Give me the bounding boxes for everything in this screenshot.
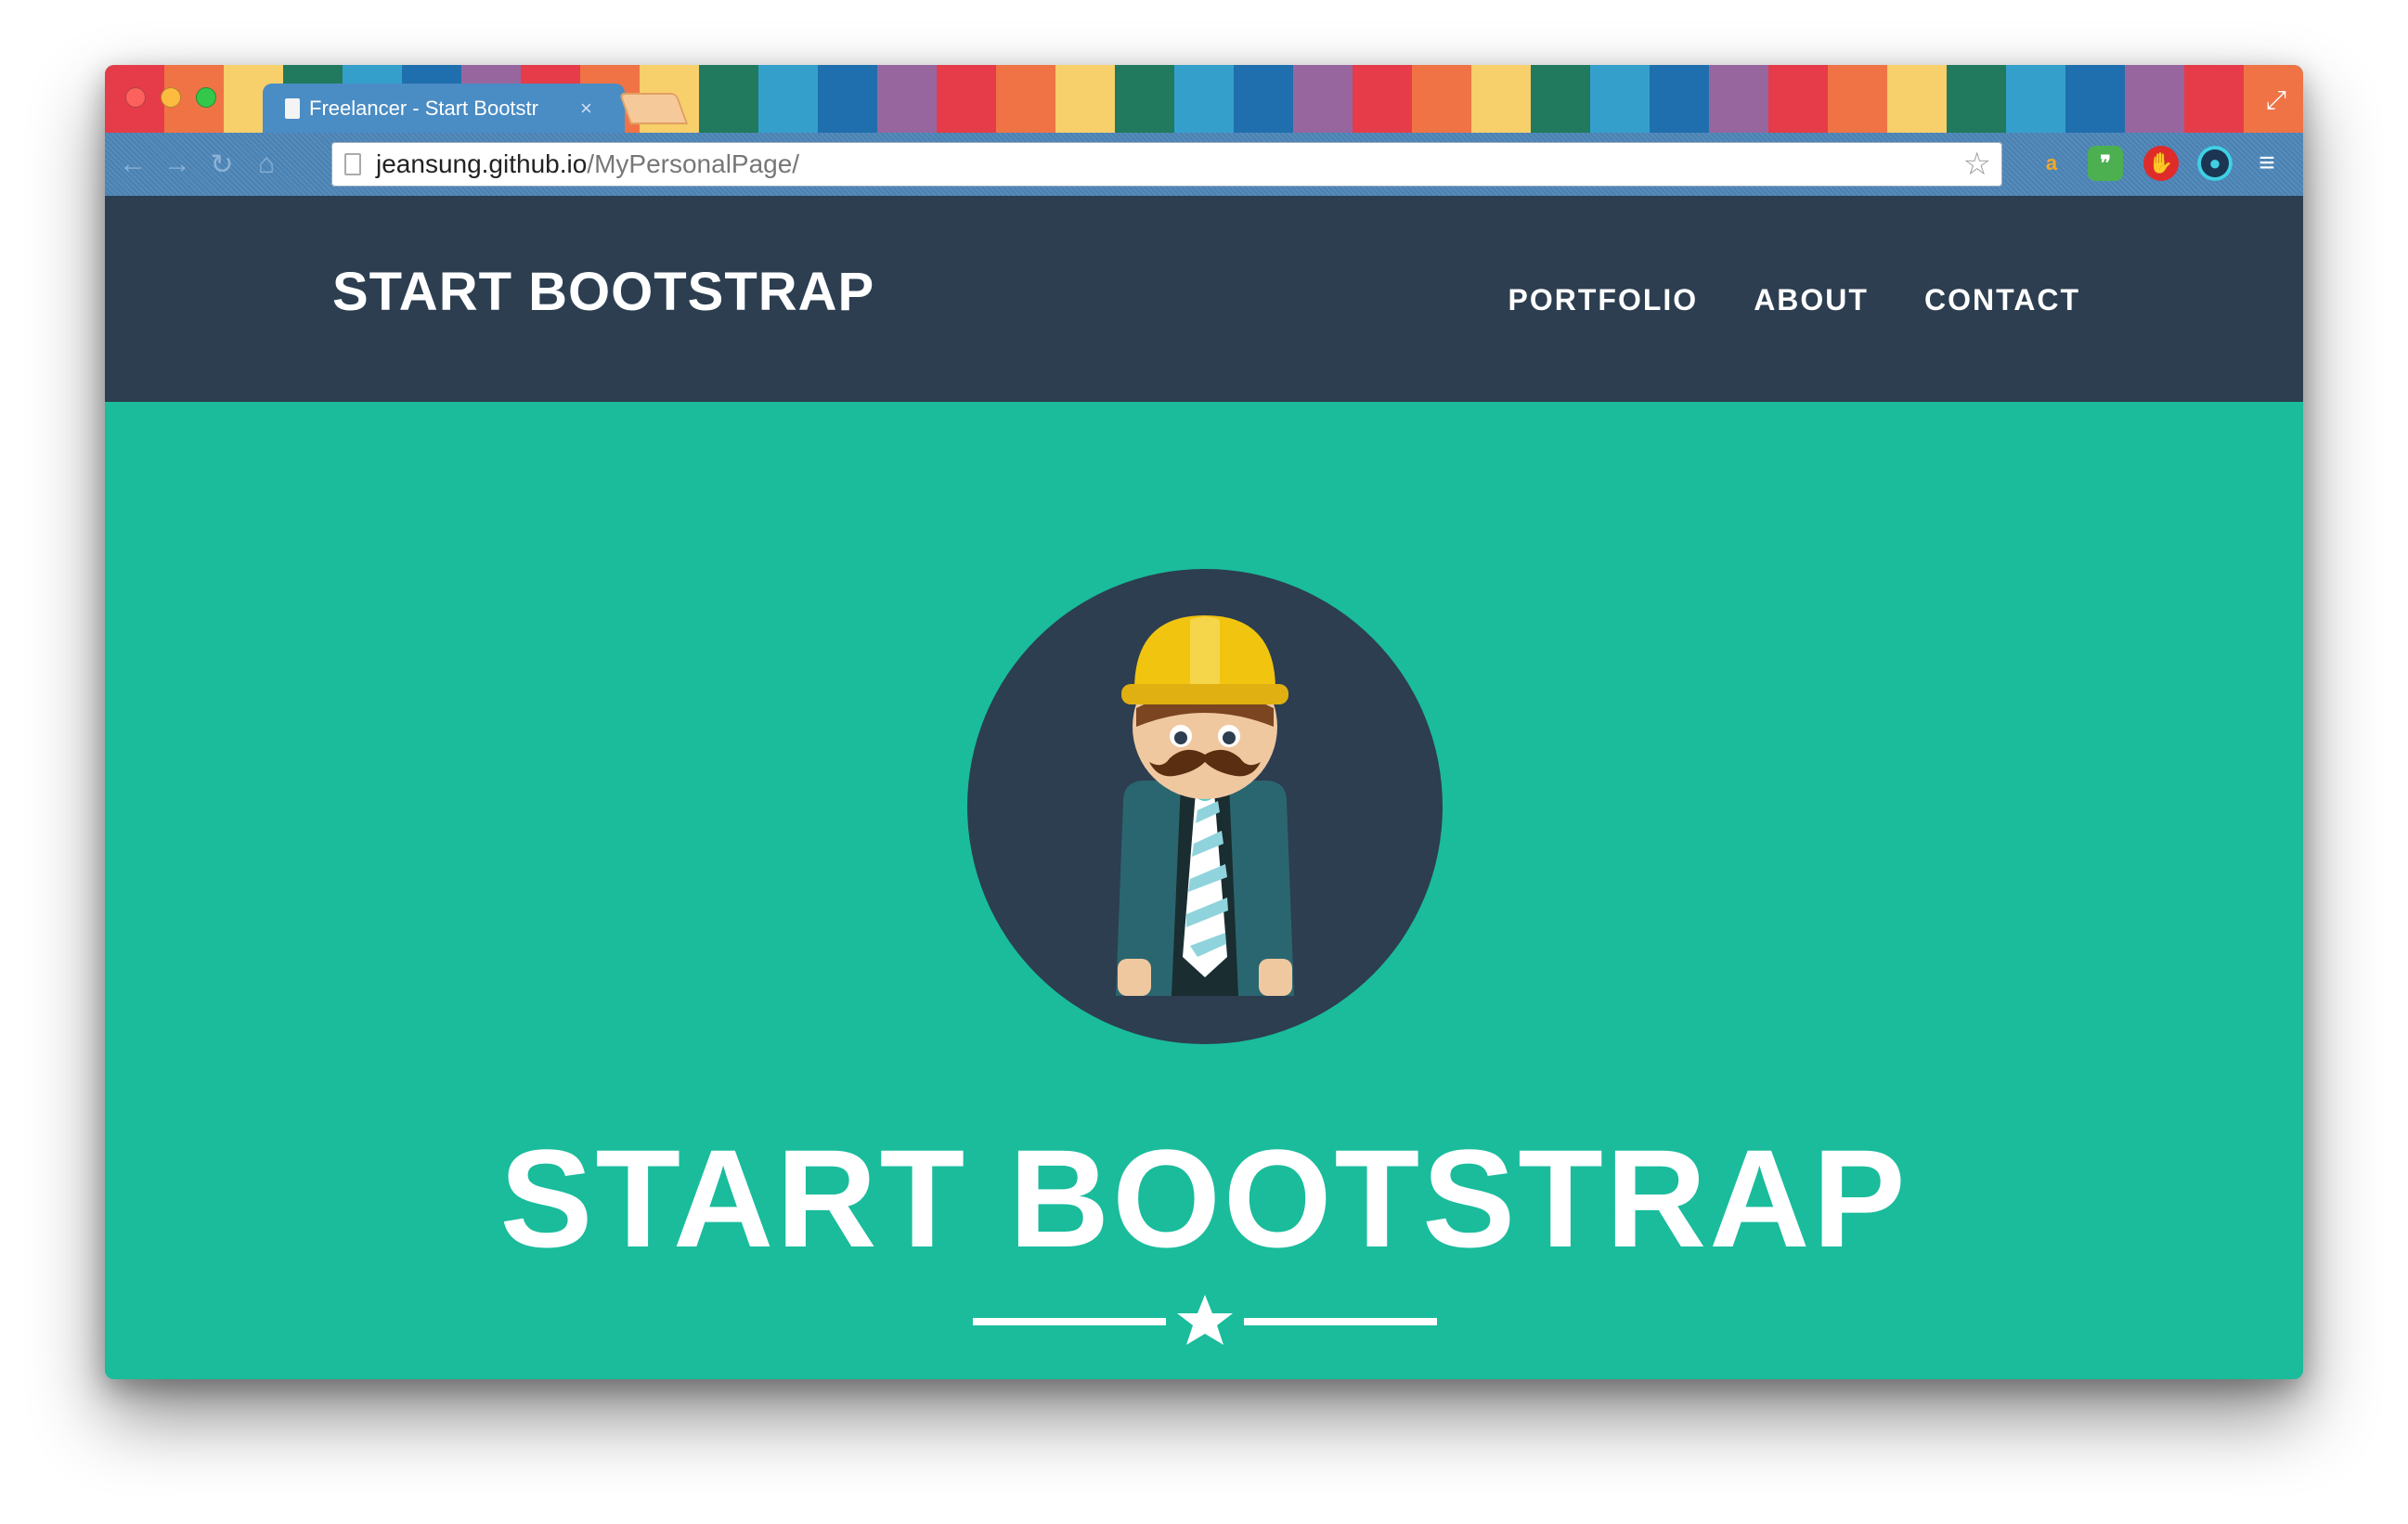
zoom-window-button[interactable]	[196, 87, 216, 108]
site-brand[interactable]: START BOOTSTRAP	[332, 261, 874, 323]
browser-toolbar: ← → ↻ ⌂ jeansung.github.io/MyPersonalPag…	[105, 133, 2303, 196]
theme-stripe	[1293, 65, 1353, 133]
theme-stripe	[1709, 65, 1768, 133]
theme-stripe	[1650, 65, 1709, 133]
theme-stripe	[877, 65, 937, 133]
theme-stripe	[1115, 65, 1174, 133]
theme-stripe	[1590, 65, 1650, 133]
theme-stripe	[1828, 65, 1887, 133]
theme-stripe	[1234, 65, 1293, 133]
amazon-icon[interactable]: a	[2034, 146, 2069, 181]
divider-line-left	[973, 1318, 1166, 1325]
theme-stripe	[1947, 65, 2006, 133]
url-path: /MyPersonalPage/	[587, 149, 800, 178]
theme-stripe	[2006, 65, 2065, 133]
quote-icon[interactable]: ❞	[2088, 146, 2123, 181]
nav-link-portfolio[interactable]: PORTFOLIO	[1508, 283, 1699, 317]
nav-link-contact[interactable]: CONTACT	[1924, 283, 2080, 317]
bookmark-star-icon[interactable]: ☆	[1963, 146, 1991, 183]
back-icon[interactable]: ←	[116, 149, 149, 180]
menu-icon[interactable]: ≡	[2249, 146, 2285, 181]
theme-stripe	[1174, 65, 1234, 133]
hero-headline: START BOOTSTRAP	[499, 1120, 1909, 1276]
url-host: jeansung.github.io	[376, 149, 588, 178]
theme-stripe	[2125, 65, 2184, 133]
theme-stripe	[1768, 65, 1828, 133]
theme-stripe	[699, 65, 758, 133]
theme-stripe	[758, 65, 818, 133]
profile-avatar	[967, 569, 1443, 1044]
forward-icon[interactable]: →	[161, 149, 194, 180]
stop-hand-icon[interactable]: ✋	[2143, 146, 2179, 181]
theme-stripe	[1412, 65, 1471, 133]
reload-icon[interactable]: ↻	[205, 149, 239, 181]
new-tab-button[interactable]	[618, 93, 689, 124]
hero-section: START BOOTSTRAP	[105, 402, 2303, 1379]
eye-icon[interactable]: ●	[2197, 146, 2233, 181]
star-icon	[1177, 1295, 1233, 1345]
theme-stripe	[996, 65, 1055, 133]
minimize-window-button[interactable]	[161, 87, 181, 108]
address-bar[interactable]: jeansung.github.io/MyPersonalPage/ ☆	[331, 142, 2002, 187]
construction-worker-illustration	[1116, 615, 1294, 996]
nav-link-about[interactable]: ABOUT	[1754, 283, 1869, 317]
theme-stripe	[1531, 65, 1590, 133]
theme-stripe	[818, 65, 877, 133]
tab-title: Freelancer - Start Bootstr	[309, 96, 538, 120]
theme-stripe	[1471, 65, 1531, 133]
theme-stripe	[1353, 65, 1412, 133]
site-nav-links: PORTFOLIO ABOUT CONTACT	[1508, 283, 2080, 317]
site-navbar: START BOOTSTRAP PORTFOLIO ABOUT CONTACT	[105, 196, 2303, 402]
window-controls	[125, 87, 216, 108]
theme-stripe	[937, 65, 996, 133]
browser-tab-active[interactable]: Freelancer - Start Bootstr ×	[263, 84, 625, 133]
theme-stripe	[1887, 65, 1947, 133]
page-icon	[344, 153, 361, 175]
tab-close-icon[interactable]: ×	[580, 97, 592, 121]
fullscreen-icon[interactable]: ⤢	[2266, 85, 2286, 116]
page-icon	[285, 97, 300, 119]
theme-stripe	[1055, 65, 1115, 133]
theme-stripe	[2184, 65, 2244, 133]
star-divider	[973, 1295, 1437, 1345]
close-window-button[interactable]	[125, 87, 146, 108]
theme-stripe	[2065, 65, 2125, 133]
browser-window: Freelancer - Start Bootstr × ⤢ ← → ↻ ⌂ j…	[105, 65, 2303, 1379]
divider-line-right	[1244, 1318, 1437, 1325]
home-icon[interactable]: ⌂	[250, 149, 283, 180]
